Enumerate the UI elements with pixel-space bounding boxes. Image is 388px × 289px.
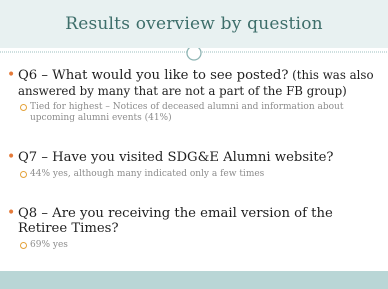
bullet-icon: • bbox=[7, 67, 16, 83]
question-item-q7: • Q7 – Have you visited SDG&E Alumni web… bbox=[6, 149, 382, 166]
slide-title: Results overview by question bbox=[65, 14, 323, 34]
question-item-q8: • Q8 – Are you receiving the email versi… bbox=[6, 204, 382, 237]
question-item-q6: • Q6 – What would you like to see posted… bbox=[6, 67, 382, 99]
question-text: Q6 – What would you like to see posted? bbox=[18, 68, 289, 83]
answer-detail-q7: 44% yes, although many indicated only a … bbox=[20, 169, 382, 180]
slide: Results overview by question • Q6 – What… bbox=[0, 0, 388, 289]
title-divider bbox=[0, 48, 388, 61]
bullet-icon: • bbox=[7, 149, 16, 165]
answer-detail-q6: Tied for highest – Notices of deceased a… bbox=[20, 102, 382, 124]
ring-bullet-icon bbox=[20, 104, 27, 111]
bottom-band bbox=[0, 271, 388, 289]
answer-detail-q8: 69% yes bbox=[20, 240, 382, 251]
question-text: Q7 – Have you visited SDG&E Alumni websi… bbox=[18, 150, 334, 165]
answer-text: 69% yes bbox=[30, 239, 68, 250]
ring-bullet-icon bbox=[20, 170, 27, 178]
ring-bullet-icon bbox=[20, 241, 27, 249]
question-text: Q8 – Are you receiving the email version… bbox=[18, 205, 333, 237]
answer-text: Tied for highest – Notices of deceased a… bbox=[30, 102, 344, 123]
answer-text: 44% yes, although many indicated only a … bbox=[30, 168, 265, 179]
bullet-icon: • bbox=[7, 204, 16, 221]
slide-content: • Q6 – What would you like to see posted… bbox=[6, 67, 382, 251]
